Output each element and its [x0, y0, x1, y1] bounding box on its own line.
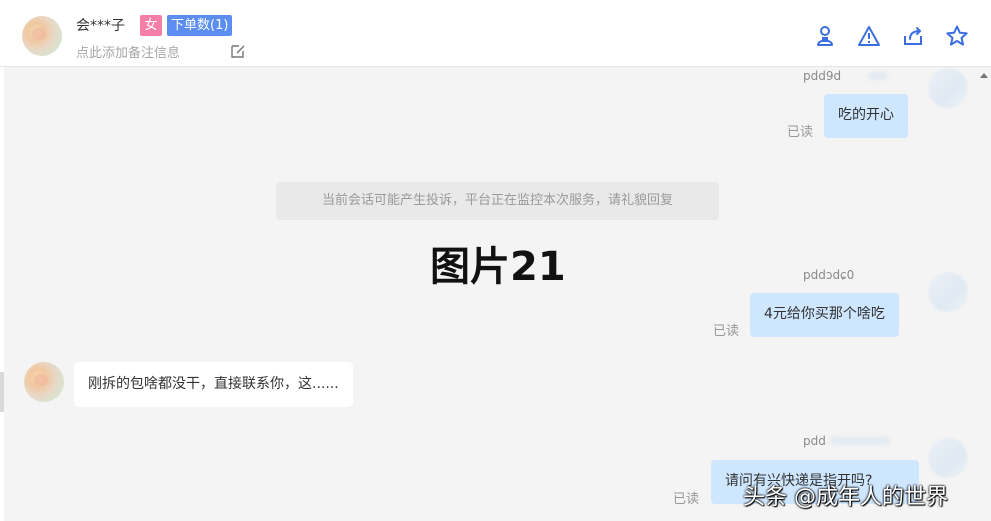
image-caption: 图片21 [430, 244, 566, 290]
agent-avatar [928, 68, 968, 108]
edit-icon[interactable] [230, 43, 246, 59]
gender-badge: 女 [140, 15, 162, 36]
redacted-sender [830, 437, 890, 445]
agent-avatar [928, 438, 968, 478]
customer-avatar[interactable] [22, 16, 62, 56]
read-status: 已读 [787, 125, 814, 140]
side-tab [0, 372, 4, 412]
read-status: 已读 [673, 492, 700, 507]
message-sender: pddɔdɕ0 [803, 268, 855, 282]
scroll-up-arrow-icon[interactable] [980, 73, 988, 78]
redacted-sender [868, 72, 888, 80]
read-status: 已读 [713, 324, 740, 339]
message-bubble-incoming: 刚拆的包啥都没干，直接联系你，这...... [74, 362, 353, 407]
customer-avatar[interactable] [24, 362, 64, 402]
message-sender: pdd9d [803, 69, 842, 83]
user-lock-icon[interactable] [813, 24, 837, 48]
watermark: 头条 @成年人的世界 [743, 485, 948, 510]
chat-header: 会***子 女 下单数(1) 点此添加备注信息 [0, 0, 991, 67]
warning-icon[interactable] [857, 24, 881, 48]
remark-input[interactable]: 点此添加备注信息 [76, 42, 180, 61]
star-icon[interactable] [945, 24, 969, 48]
customer-name: 会***子 [76, 18, 125, 34]
message-sender: pdd [803, 434, 826, 448]
message-bubble-outgoing: 吃的开心 [824, 94, 908, 138]
message-bubble-outgoing: 4元给你买那个啥吃 [750, 293, 899, 337]
system-notice: 当前会话可能产生投诉，平台正在监控本次服务，请礼貌回复 [276, 182, 719, 220]
order-count-badge: 下单数(1) [167, 15, 233, 36]
share-icon[interactable] [901, 24, 925, 48]
agent-avatar [928, 272, 968, 312]
scrollbar[interactable] [977, 67, 991, 521]
